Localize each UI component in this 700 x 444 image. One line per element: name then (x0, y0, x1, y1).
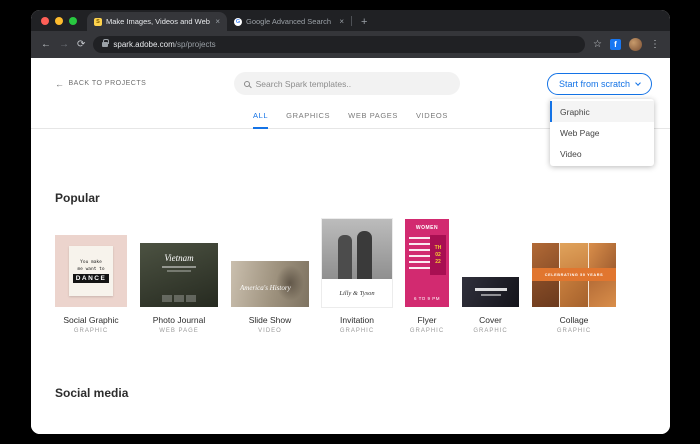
bookmark-star-icon[interactable]: ☆ (593, 39, 602, 50)
template-preview-slide-show: America's History (231, 261, 309, 307)
tab-label: Google Advanced Search (246, 17, 335, 26)
template-name: Collage (560, 315, 589, 325)
template-name: Invitation (340, 315, 374, 325)
browser-window: S Make Images, Videos and Web × G Google… (31, 10, 670, 434)
preview-text: Lilly & Tyson (322, 279, 392, 307)
chevron-down-icon (635, 80, 641, 86)
close-tab-icon[interactable]: × (215, 17, 220, 26)
section-title-popular: Popular (55, 191, 670, 205)
page-header: ← BACK TO PROJECTS Start from scratch (31, 58, 670, 95)
preview-text: America's History (240, 284, 291, 292)
template-type: VIDEO (258, 328, 282, 334)
template-preview-cover (462, 277, 519, 307)
preview-subtitle-bar (162, 266, 196, 268)
url-host: spark.adobe.com (113, 40, 174, 49)
preview-inner-card: You make me want to DANCE (69, 246, 113, 296)
preview-text: 6 TO 9 PM (414, 296, 440, 301)
page-content: ← BACK TO PROJECTS Start from scratch Gr… (31, 58, 670, 434)
browser-tab-google[interactable]: G Google Advanced Search × (227, 12, 351, 31)
preview-stripes (409, 237, 430, 273)
preview-subtitle-bar (167, 270, 191, 272)
template-type: GRAPHIC (557, 328, 591, 334)
template-card-cover[interactable]: Cover GRAPHIC (462, 277, 519, 334)
template-type: GRAPHIC (340, 328, 374, 334)
template-preview-flyer: WOMEN TH 02 22 6 TO 9 PM (405, 219, 449, 307)
minimize-window-button[interactable] (55, 17, 63, 25)
search-input[interactable] (256, 79, 450, 89)
tab-videos[interactable]: VIDEOS (416, 111, 448, 128)
start-from-scratch-dropdown: Graphic Web Page Video (550, 99, 654, 166)
back-arrow-icon: ← (55, 79, 65, 89)
new-tab-button[interactable]: + (361, 17, 367, 28)
preview-text: CELEBRATING 50 YEARS (545, 273, 604, 277)
preview-thumbnails (162, 295, 196, 302)
preview-text: You make (80, 260, 102, 265)
template-preview-invitation: Lilly & Tyson (322, 219, 392, 307)
template-type: WEB PAGE (159, 328, 199, 334)
template-card-collage[interactable]: CELEBRATING 50 YEARS Collage GRAPHIC (532, 243, 616, 334)
section-title-next: Social media (55, 386, 670, 400)
address-bar[interactable]: spark.adobe.com/sp/projects (93, 36, 585, 53)
preview-banner: CELEBRATING 50 YEARS (532, 268, 616, 281)
profile-avatar[interactable] (629, 38, 642, 51)
tab-web-pages[interactable]: WEB PAGES (348, 111, 398, 128)
close-tab-icon[interactable]: × (339, 17, 344, 26)
google-favicon-icon: G (234, 18, 242, 26)
preview-date-block: TH 02 22 (430, 235, 446, 275)
template-card-slide-show[interactable]: America's History Slide Show VIDEO (231, 261, 309, 334)
preview-text: me want to (77, 267, 104, 272)
spark-favicon-icon: S (94, 18, 102, 26)
template-type: GRAPHIC (410, 328, 444, 334)
tab-label: Make Images, Videos and Web (106, 17, 211, 26)
template-name: Cover (479, 315, 502, 325)
browser-menu-icon[interactable]: ⋮ (650, 39, 660, 50)
browser-toolbar: ← → ⟳ spark.adobe.com/sp/projects ☆ f ⋮ (31, 31, 670, 58)
tab-strip: S Make Images, Videos and Web × G Google… (31, 10, 670, 31)
close-window-button[interactable] (41, 17, 49, 25)
template-preview-collage: CELEBRATING 50 YEARS (532, 243, 616, 307)
search-bar[interactable] (234, 72, 460, 95)
search-area (146, 72, 547, 95)
template-card-social-graphic[interactable]: You make me want to DANCE Social Graphic… (55, 235, 127, 334)
toolbar-icons: ☆ f ⋮ (593, 38, 660, 51)
traffic-lights (41, 10, 77, 31)
zoom-window-button[interactable] (69, 17, 77, 25)
template-type: GRAPHIC (473, 328, 507, 334)
facebook-extension-icon[interactable]: f (610, 39, 621, 50)
template-name: Social Graphic (63, 315, 118, 325)
tab-graphics[interactable]: GRAPHICS (286, 111, 330, 128)
dropdown-item-web-page[interactable]: Web Page (550, 122, 654, 143)
lock-icon (102, 42, 108, 47)
template-name: Flyer (418, 315, 437, 325)
template-preview-social-graphic: You make me want to DANCE (55, 235, 127, 307)
template-cards-row: You make me want to DANCE Social Graphic… (31, 205, 670, 334)
template-card-photo-journal[interactable]: Vietnam Photo Journal WEB PAGE (140, 243, 218, 334)
tab-separator (351, 16, 352, 26)
dropdown-item-graphic[interactable]: Graphic (550, 101, 654, 122)
forward-button[interactable]: → (59, 40, 69, 50)
search-icon (244, 81, 250, 87)
preview-text: DANCE (73, 274, 110, 283)
url-path: /sp/projects (175, 40, 216, 49)
template-preview-photo-journal: Vietnam (140, 243, 218, 307)
back-link-label: BACK TO PROJECTS (69, 80, 147, 87)
start-from-scratch-button[interactable]: Start from scratch (547, 73, 652, 95)
browser-tab-spark[interactable]: S Make Images, Videos and Web × (87, 12, 227, 31)
preview-photo (322, 219, 392, 279)
back-to-projects-link[interactable]: ← BACK TO PROJECTS (55, 79, 146, 89)
back-button[interactable]: ← (41, 40, 51, 50)
preview-text: WOMEN (416, 225, 438, 231)
template-card-flyer[interactable]: WOMEN TH 02 22 6 TO 9 PM Flyer GRAPHIC (405, 219, 449, 334)
dropdown-item-video[interactable]: Video (550, 143, 654, 164)
template-type: GRAPHIC (74, 328, 108, 334)
preview-subtitle-bar (481, 294, 501, 296)
preview-text: Vietnam (164, 253, 193, 263)
template-card-invitation[interactable]: Lilly & Tyson Invitation GRAPHIC (322, 219, 392, 334)
start-button-label: Start from scratch (559, 79, 630, 89)
template-name: Slide Show (249, 315, 292, 325)
reload-button[interactable]: ⟳ (77, 40, 85, 50)
template-name: Photo Journal (153, 315, 205, 325)
preview-title-bar (475, 288, 507, 291)
tab-all[interactable]: ALL (253, 111, 268, 129)
